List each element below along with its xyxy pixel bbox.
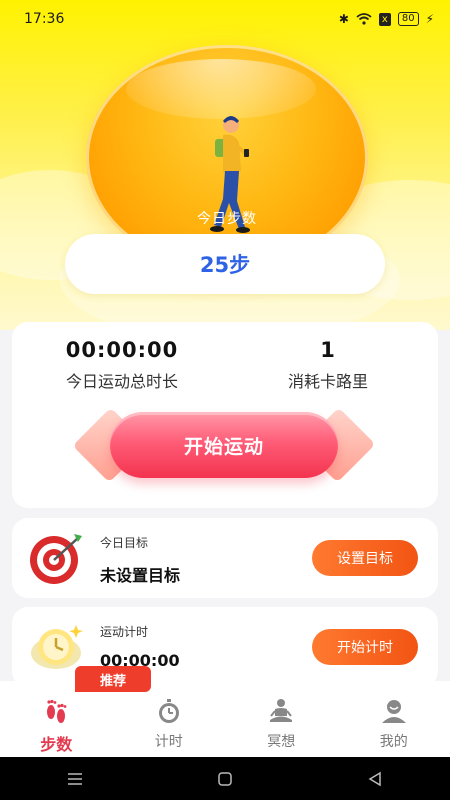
home-nav-button[interactable] [205,764,245,794]
profile-icon [381,700,406,723]
meditation-icon [270,699,293,722]
bottom-tab-bar: 步数 计时 冥想 我的 [0,681,450,757]
steps-count: 25步 [65,234,385,294]
recommended-badge: 推荐 [75,666,151,692]
duration-stat: 00:00:00 今日运动总时长 [22,338,222,392]
back-nav-button[interactable] [355,764,395,794]
back-triangle-icon [368,771,381,786]
tab-meditation-label: 冥想 [267,734,296,750]
start-exercise-area: 开始运动 [72,407,376,484]
footprints-icon [47,699,67,723]
tab-meditation[interactable]: 冥想 [225,681,338,757]
target-icon [30,534,82,584]
hero-section: 17:36 ✱ x 80 ⚡ 今日步数 25步 [0,0,450,330]
status-bar: 17:36 ✱ x 80 ⚡ [0,0,450,38]
wifi-icon [356,13,372,25]
home-square-icon [218,771,232,786]
charging-icon: ⚡ [425,12,434,26]
tab-profile-label: 我的 [379,734,408,750]
menu-nav-button[interactable] [55,764,95,794]
goal-status: 未设置目标 [100,566,181,585]
tab-timer[interactable]: 计时 [113,681,226,757]
notification-icon: x [378,12,391,26]
calories-stat: 1 消耗卡路里 [228,338,428,392]
goal-caption: 今日目标 [100,536,149,550]
timer-caption: 运动计时 [100,625,149,639]
start-timer-button[interactable]: 开始计时 [312,629,418,665]
duration-value: 00:00:00 [65,338,179,362]
start-exercise-button[interactable]: 开始运动 [110,412,338,478]
duration-label: 今日运动总时长 [65,372,178,391]
calories-label: 消耗卡路里 [287,372,368,391]
calories-value: 1 [320,338,336,362]
tab-steps-label: 步数 [40,735,73,754]
set-goal-button[interactable]: 设置目标 [312,540,418,576]
orb-shine [126,59,316,119]
menu-icon [68,772,82,785]
daily-goal-card: 今日目标 未设置目标 设置目标 [12,518,438,598]
bluetooth-icon: ✱ [338,12,349,26]
status-icons: ✱ x 80 ⚡ [339,12,434,26]
stopwatch-icon [158,699,179,723]
battery-indicator: 80 [397,12,419,26]
alarm-clock-icon [31,625,83,669]
tab-steps[interactable]: 步数 [0,681,113,757]
tab-timer-label: 计时 [154,734,183,750]
status-time: 17:36 [24,11,65,27]
exercise-summary-card: 00:00:00 今日运动总时长 1 消耗卡路里 开始运动 [12,322,438,508]
tab-profile[interactable]: 我的 [338,681,450,757]
system-navigation-bar [0,757,450,800]
today-steps-label: 今日步数 [197,211,257,227]
